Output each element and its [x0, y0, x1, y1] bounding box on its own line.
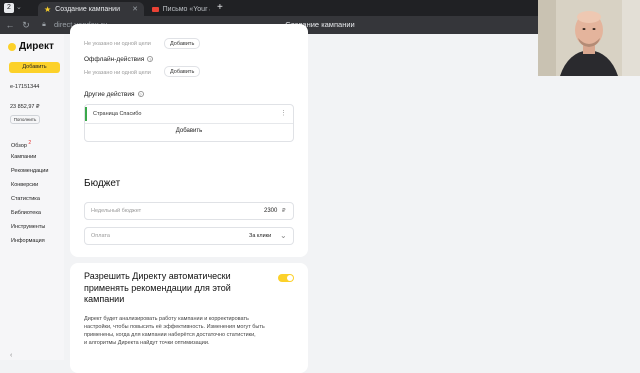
- sidebar-item-tools[interactable]: Инструменты: [11, 224, 45, 230]
- reco-title-line-2: применять рекомендации для этой: [84, 282, 231, 293]
- weekly-budget-value: 2300: [264, 208, 278, 214]
- sidebar-item-campaigns[interactable]: Кампании: [11, 154, 36, 160]
- collapse-sidebar-icon[interactable]: ‹: [10, 352, 12, 359]
- weekly-budget-input[interactable]: Недельный бюджет 2300 ₽: [84, 202, 294, 220]
- sidebar-item-overview[interactable]: Обзор 2: [11, 140, 31, 149]
- auto-apply-toggle[interactable]: [278, 274, 294, 282]
- reload-icon[interactable]: ↻: [20, 19, 32, 31]
- sidebar-item-library[interactable]: Библиотека: [11, 210, 41, 216]
- reco-title: Разрешить Директу автоматически применят…: [84, 271, 284, 306]
- payment-select[interactable]: Оплата За клики ⌄: [84, 227, 294, 245]
- tab-create-campaign[interactable]: ★ Создание кампании ✕: [38, 2, 144, 16]
- top-goal-add-button[interactable]: Добавить: [164, 38, 201, 49]
- add-campaign-button[interactable]: Добавить: [9, 62, 60, 73]
- payment-label: Оплата: [91, 233, 110, 239]
- tab-mail[interactable]: Письмо «Your account on: [146, 2, 216, 16]
- recommendations-card: Разрешить Директу автоматически применят…: [70, 263, 308, 373]
- page: Директ Добавить e-17151344 23 852,97 ₽ П…: [0, 24, 640, 373]
- reco-desc-line-4: и алгоритмы Директа найдут точки оптимиз…: [84, 340, 210, 346]
- sidebar-item-info[interactable]: Информация: [11, 238, 45, 244]
- tab-search-chevron-icon[interactable]: ⌄: [16, 3, 22, 11]
- offline-add-button[interactable]: Добавить: [164, 66, 201, 77]
- toggle-knob: [287, 275, 293, 281]
- tab-title: Письмо «Your account on: [162, 5, 210, 13]
- top-goal-empty-text: Не указано ни одной цели: [84, 41, 151, 47]
- tab-count-badge[interactable]: 2: [4, 3, 14, 13]
- account-id: e-17151344: [10, 84, 40, 90]
- currency-symbol: ₽: [282, 208, 286, 214]
- reco-title-line-3: кампании: [84, 294, 125, 304]
- chevron-down-icon: ⌄: [280, 231, 287, 240]
- sidebar-item-statistics[interactable]: Статистика: [11, 196, 40, 202]
- reco-desc-line-1: Директ будет анализировать работу кампан…: [84, 316, 249, 322]
- other-actions-text: Другие действия: [84, 91, 135, 98]
- direct-logo[interactable]: Директ: [8, 41, 54, 52]
- other-action-item[interactable]: Страница Спасибо: [93, 111, 142, 117]
- more-options-icon[interactable]: ⋮: [280, 109, 287, 117]
- reco-title-line-1: Разрешить Директу автоматически: [84, 271, 231, 281]
- webcam-overlay: [538, 0, 640, 76]
- sidebar: Директ Добавить e-17151344 23 852,97 ₽ П…: [0, 34, 64, 360]
- help-icon[interactable]: ?: [137, 91, 144, 98]
- tab-title: Создание кампании: [55, 5, 120, 13]
- selected-item-bar: [85, 107, 87, 121]
- other-actions-list: Страница Спасибо ⋮ Добавить: [84, 104, 294, 142]
- reco-description: Директ будет анализировать работу кампан…: [84, 315, 304, 347]
- budget-card: Бюджет Недельный бюджет 2300 ₽ Оплата За…: [70, 167, 308, 257]
- sidebar-item-conversions[interactable]: Конверсии: [11, 182, 38, 188]
- close-tab-icon[interactable]: ✕: [132, 5, 138, 13]
- weekly-budget-placeholder: Недельный бюджет: [91, 208, 142, 214]
- lock-icon[interactable]: 🔒︎: [38, 19, 50, 31]
- other-actions-add-button[interactable]: Добавить: [85, 128, 293, 134]
- help-icon[interactable]: ?: [147, 56, 154, 63]
- presenter-image: [538, 0, 640, 76]
- reco-desc-line-3: применены, когда для кампании наберётся …: [84, 332, 256, 338]
- reco-desc-line-2: настройки, чтобы повысить её эффективнос…: [84, 324, 265, 330]
- offline-actions-label: Оффлайн-действия?: [84, 56, 154, 63]
- budget-title: Бюджет: [84, 178, 121, 189]
- offline-empty-text: Не указано ни одной цели: [84, 70, 151, 76]
- payment-value: За клики: [249, 233, 272, 239]
- sidebar-item-label: Обзор: [11, 142, 27, 149]
- sidebar-item-recommendations[interactable]: Рекомендации: [11, 168, 48, 174]
- other-actions-label: Другие действия?: [84, 91, 144, 98]
- direct-logo-dot-icon: [8, 42, 16, 51]
- mail-favicon-icon: [152, 6, 159, 12]
- divider: [85, 123, 293, 124]
- new-tab-button[interactable]: +: [217, 2, 223, 13]
- back-arrow-icon[interactable]: ←: [4, 19, 16, 31]
- offline-actions-text: Оффлайн-действия: [84, 56, 145, 63]
- account-balance: 23 852,97 ₽: [10, 104, 40, 110]
- overview-badge: 2: [28, 140, 32, 146]
- topup-button[interactable]: Пополнить: [10, 115, 40, 124]
- logo-text: Директ: [19, 41, 54, 52]
- yandex-direct-favicon-icon: ★: [44, 4, 52, 14]
